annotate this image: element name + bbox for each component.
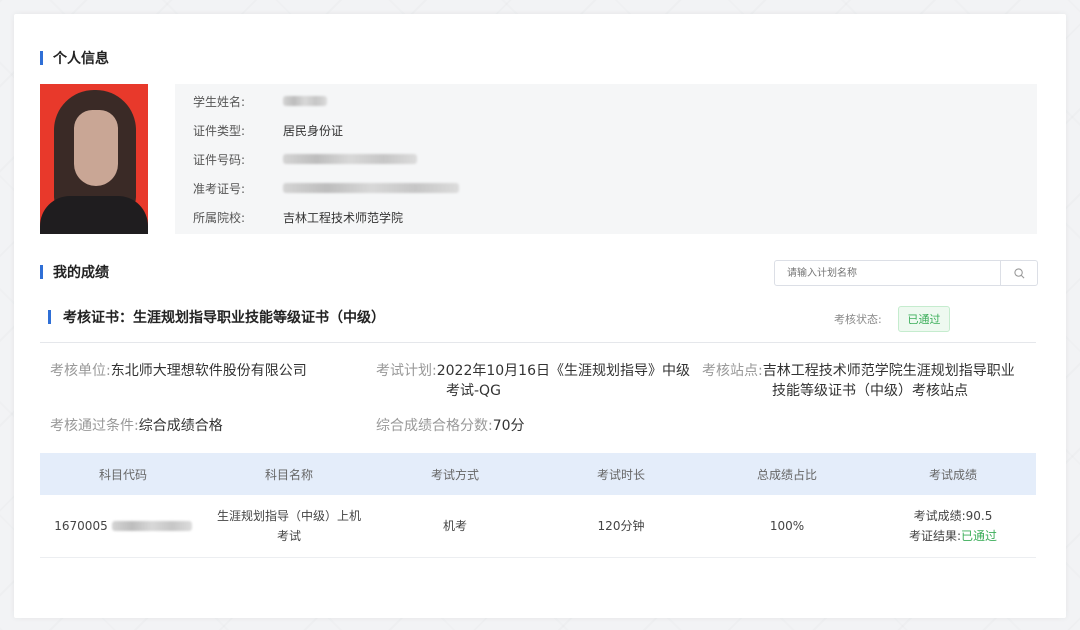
cell-exam-method: 机考 bbox=[442, 519, 467, 533]
redacted-admission-number bbox=[283, 183, 459, 193]
pass-condition-label: 考核通过条件: bbox=[50, 418, 139, 434]
header-subject-code: 科目代码 bbox=[98, 467, 147, 482]
exam-plan-value-line1: 2022年10月16日《生涯规划指导》中级 bbox=[436, 363, 690, 379]
header-exam-score: 考试成绩 bbox=[928, 467, 977, 482]
cell-exam-score: 考试成绩:90.5 考证结果:已通过 bbox=[870, 506, 1036, 546]
pass-score-label: 综合成绩合格分数: bbox=[376, 418, 493, 434]
student-photo bbox=[40, 84, 148, 234]
assessment-site-value-line1: 吉林工程技术师范学院生涯规划指导职业 bbox=[762, 363, 1015, 379]
field-label: 准考证号: bbox=[193, 181, 246, 196]
exam-plan: 考试计划:2022年10月16日《生涯规划指导》中级 bbox=[376, 361, 690, 381]
cell-exam-duration: 120分钟 bbox=[597, 519, 645, 533]
my-scores-title: 我的成绩 bbox=[40, 262, 109, 282]
field-student-name: 学生姓名: bbox=[193, 92, 327, 110]
field-admission-number: 准考证号: bbox=[193, 179, 459, 197]
assessment-unit-label: 考核单位: bbox=[50, 363, 111, 379]
search-icon bbox=[1013, 267, 1024, 278]
status-label: 考核状态: bbox=[834, 313, 882, 326]
redacted-name bbox=[283, 96, 327, 106]
personal-info-title: 个人信息 bbox=[40, 48, 109, 68]
plan-search-input[interactable] bbox=[775, 266, 1000, 280]
photo-face bbox=[74, 110, 118, 186]
pass-score-value: 70分 bbox=[492, 418, 525, 434]
assessment-site-value-line2: 技能等级证书（中级）考核站点 bbox=[772, 383, 968, 399]
redacted-id-number bbox=[283, 154, 417, 164]
title-accent-bar bbox=[40, 51, 43, 65]
my-scores-title-text: 我的成绩 bbox=[53, 265, 109, 281]
header-exam-method: 考试方式 bbox=[430, 467, 479, 482]
header-score-ratio: 总成绩占比 bbox=[756, 467, 817, 482]
field-school: 所属院校: 吉林工程技术师范学院 bbox=[193, 208, 403, 226]
title-accent-bar bbox=[40, 265, 43, 279]
field-label: 所属院校: bbox=[193, 210, 246, 225]
divider bbox=[40, 342, 1036, 343]
pass-condition-value: 综合成绩合格 bbox=[138, 418, 223, 434]
assessment-unit: 考核单位:东北师大理想软件股份有限公司 bbox=[50, 361, 307, 381]
score-table-header: 科目代码 科目名称 考试方式 考试时长 总成绩占比 考试成绩 bbox=[40, 453, 1036, 495]
assessment-site-label: 考核站点: bbox=[702, 363, 763, 379]
personal-info-title-text: 个人信息 bbox=[53, 51, 109, 67]
cell-score-ratio: 100% bbox=[769, 519, 805, 533]
photo-shoulders bbox=[40, 196, 148, 234]
field-value: 居民身份证 bbox=[283, 123, 344, 138]
exam-score-label: 考试成绩: bbox=[913, 509, 966, 523]
cell-subject-code: 1670005 bbox=[40, 516, 206, 536]
pass-score: 综合成绩合格分数:70分 bbox=[376, 416, 525, 436]
plan-search-box bbox=[774, 260, 1038, 286]
subject-code-text: 1670005 bbox=[54, 519, 108, 533]
exam-plan-label: 考试计划: bbox=[376, 363, 437, 379]
pass-condition: 考核通过条件:综合成绩合格 bbox=[50, 416, 223, 436]
cell-subject-name: 生涯规划指导（中级）上机 考试 bbox=[206, 506, 372, 546]
field-id-type: 证件类型: 居民身份证 bbox=[193, 121, 343, 139]
status-badge: 已通过 bbox=[898, 306, 950, 332]
assessment-unit-value: 东北师大理想软件股份有限公司 bbox=[110, 363, 307, 379]
header-exam-duration: 考试时长 bbox=[596, 467, 645, 482]
field-label: 学生姓名: bbox=[193, 94, 246, 109]
field-label: 证件号码: bbox=[193, 152, 246, 167]
certificate-title: 考核证书：生涯规划指导职业技能等级证书（中级） bbox=[48, 307, 385, 327]
redacted-code-suffix bbox=[111, 521, 192, 531]
subject-name-line2: 考试 bbox=[276, 529, 301, 543]
personal-info-panel: 学生姓名: 证件类型: 居民身份证 证件号码: 准考证号: 所属院校: 吉林工程… bbox=[175, 84, 1037, 234]
search-button[interactable] bbox=[1000, 261, 1037, 285]
certificate-title-text: 考核证书：生涯规划指导职业技能等级证书（中级） bbox=[63, 310, 385, 326]
header-subject-name: 科目名称 bbox=[264, 467, 313, 482]
field-label: 证件类型: bbox=[193, 123, 246, 138]
exam-result-value: 已通过 bbox=[961, 529, 998, 543]
table-row: 1670005 生涯规划指导（中级）上机 考试 机考 120分钟 100% 考试… bbox=[40, 495, 1036, 558]
subject-name-line1: 生涯规划指导（中级）上机 bbox=[216, 509, 361, 523]
assessment-site: 考核站点:吉林工程技术师范学院生涯规划指导职业 bbox=[702, 361, 1015, 381]
exam-score-value: 90.5 bbox=[965, 509, 993, 523]
field-id-number: 证件号码: bbox=[193, 150, 417, 168]
exam-result-line: 考证结果:已通过 bbox=[870, 526, 1036, 546]
exam-score-line: 考试成绩:90.5 bbox=[870, 506, 1036, 526]
field-value: 吉林工程技术师范学院 bbox=[283, 210, 404, 225]
exam-result-label: 考证结果: bbox=[908, 529, 962, 543]
title-accent-bar bbox=[48, 310, 51, 324]
exam-plan-value-line2: 考试-QG bbox=[446, 383, 501, 399]
